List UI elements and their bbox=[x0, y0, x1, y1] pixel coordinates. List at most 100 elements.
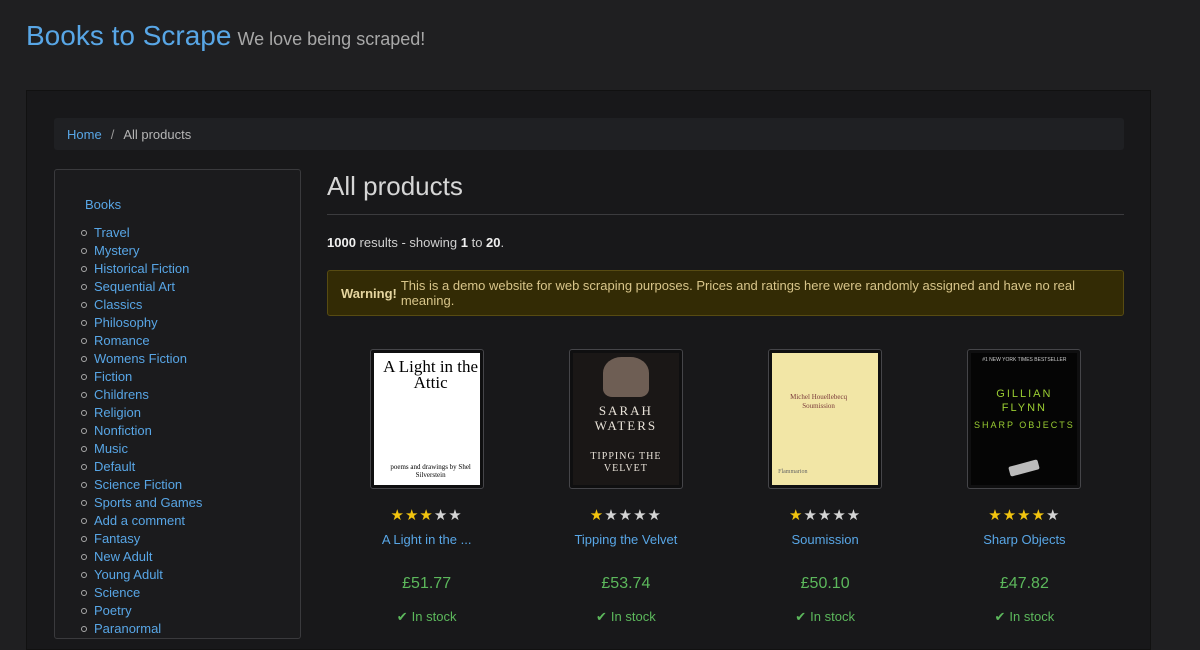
site-title-link[interactable]: Books to Scrape bbox=[26, 20, 231, 52]
star-filled-icon: ★ bbox=[390, 507, 405, 524]
star-filled-icon: ★ bbox=[1017, 507, 1032, 524]
product-cover-link[interactable]: Michel Houellebecq Soumission Flammarion bbox=[768, 349, 883, 489]
star-filled-icon: ★ bbox=[1031, 507, 1047, 524]
category-item: Historical Fiction bbox=[81, 260, 202, 278]
product-title-link[interactable]: Soumission bbox=[726, 532, 925, 547]
bullet-icon bbox=[81, 572, 87, 578]
product-title-link[interactable]: Tipping the Velvet bbox=[526, 532, 725, 547]
category-link[interactable]: Womens Fiction bbox=[94, 350, 187, 368]
book-cover-image[interactable]: A Light in the Attic poems and drawings … bbox=[373, 353, 480, 485]
category-link[interactable]: Childrens bbox=[94, 386, 149, 404]
category-link[interactable]: Fantasy bbox=[94, 530, 140, 548]
stock-text: In stock bbox=[1009, 609, 1055, 624]
main-content: All products 1000 results - showing 1 to… bbox=[327, 169, 1124, 624]
category-link[interactable]: Travel bbox=[94, 224, 130, 242]
bullet-icon bbox=[81, 266, 87, 272]
category-item: Sports and Games bbox=[81, 494, 202, 512]
results-mid-text: results - showing bbox=[359, 235, 458, 250]
bullet-icon bbox=[81, 392, 87, 398]
product-title-link[interactable]: A Light in the ... bbox=[327, 532, 526, 547]
page-title: All products bbox=[327, 171, 463, 201]
bullet-icon bbox=[81, 284, 87, 290]
category-link[interactable]: Nonfiction bbox=[94, 422, 152, 440]
stock-status: ✔ In stock bbox=[925, 609, 1124, 625]
star-empty-icon: ★ bbox=[433, 507, 449, 524]
book-cover-image[interactable]: #1 NEW YORK TIMES BESTSELLER GILLIAN FLY… bbox=[971, 353, 1078, 485]
bullet-icon bbox=[81, 554, 87, 560]
category-link[interactable]: Paranormal bbox=[94, 620, 161, 638]
bullet-icon bbox=[81, 248, 87, 254]
category-link[interactable]: Historical Fiction bbox=[94, 260, 189, 278]
star-empty-icon: ★ bbox=[817, 507, 833, 524]
results-to-word: to bbox=[471, 235, 483, 250]
product-card: #1 NEW YORK TIMES BESTSELLER GILLIAN FLY… bbox=[925, 349, 1124, 625]
category-item: Default bbox=[81, 458, 202, 476]
category-item: Science Fiction bbox=[81, 476, 202, 494]
results-to: 20 bbox=[486, 235, 501, 250]
category-item: Religion bbox=[81, 404, 202, 422]
cover-author-text: Michel Houellebecq Soumission bbox=[790, 393, 847, 411]
product-cover-link[interactable]: #1 NEW YORK TIMES BESTSELLER GILLIAN FLY… bbox=[967, 349, 1082, 489]
stock-text: In stock bbox=[810, 609, 855, 624]
category-link[interactable]: Classics bbox=[94, 296, 142, 314]
product-card: Michel Houellebecq Soumission Flammarion… bbox=[726, 349, 925, 625]
category-item: Science bbox=[81, 584, 202, 602]
bullet-icon bbox=[81, 302, 87, 308]
stock-status: ✔ In stock bbox=[327, 609, 526, 625]
breadcrumb: Home / All products bbox=[54, 118, 1124, 150]
product-card: SARAH WATERS TIPPING THE VELVET ★★★★★ Ti… bbox=[526, 349, 725, 625]
sidebar-books-link[interactable]: Books bbox=[85, 197, 121, 212]
category-link[interactable]: Mystery bbox=[94, 242, 140, 260]
star-rating: ★★★★★ bbox=[526, 506, 725, 524]
category-link[interactable]: Sports and Games bbox=[94, 494, 202, 512]
results-count: 1000 bbox=[327, 235, 356, 250]
bullet-icon bbox=[81, 536, 87, 542]
star-filled-icon: ★ bbox=[419, 507, 434, 524]
category-link[interactable]: Music bbox=[94, 440, 128, 458]
category-link[interactable]: Religion bbox=[94, 404, 141, 422]
category-link[interactable]: Romance bbox=[94, 332, 150, 350]
product-title-link[interactable]: Sharp Objects bbox=[925, 532, 1124, 547]
bullet-icon bbox=[81, 230, 87, 236]
category-list: Travel Mystery Historical Fiction Sequentia… bbox=[81, 224, 202, 638]
bullet-icon bbox=[81, 464, 87, 470]
bullet-icon bbox=[81, 446, 87, 452]
star-rating: ★★★★★ bbox=[726, 506, 925, 524]
category-item: Fiction bbox=[81, 368, 202, 386]
star-empty-icon: ★ bbox=[846, 507, 862, 524]
product-price: £51.77 bbox=[402, 575, 452, 592]
stock-text: In stock bbox=[411, 609, 457, 624]
breadcrumb-home-link[interactable]: Home bbox=[67, 127, 102, 142]
title-divider bbox=[327, 214, 1124, 215]
star-empty-icon: ★ bbox=[832, 507, 847, 524]
book-cover-image[interactable]: SARAH WATERS TIPPING THE VELVET bbox=[572, 353, 679, 485]
star-rating: ★★★★★ bbox=[327, 506, 526, 524]
site-header: Books to Scrape We love being scraped! bbox=[26, 20, 425, 52]
cover-subtitle-text: poems and drawings by Shel Silverstein bbox=[390, 463, 471, 479]
bullet-icon bbox=[81, 518, 87, 524]
category-link[interactable]: Add a comment bbox=[94, 512, 185, 530]
category-item: New Adult bbox=[81, 548, 202, 566]
category-item: Nonfiction bbox=[81, 422, 202, 440]
warning-alert: Warning! This is a demo website for web … bbox=[327, 270, 1124, 316]
warning-text: This is a demo website for web scraping … bbox=[400, 278, 1076, 308]
category-link[interactable]: Science bbox=[94, 584, 140, 602]
product-grid: A Light in the Attic poems and drawings … bbox=[327, 349, 1124, 625]
product-cover-link[interactable]: SARAH WATERS TIPPING THE VELVET bbox=[568, 349, 683, 489]
category-link[interactable]: Fiction bbox=[94, 368, 132, 386]
book-cover-image[interactable]: Michel Houellebecq Soumission Flammarion bbox=[772, 353, 879, 485]
results-from: 1 bbox=[460, 235, 468, 250]
category-link[interactable]: Sequential Art bbox=[94, 278, 175, 296]
star-empty-icon: ★ bbox=[633, 507, 648, 524]
category-link[interactable]: Default bbox=[94, 458, 135, 476]
product-cover-link[interactable]: A Light in the Attic poems and drawings … bbox=[369, 349, 484, 489]
star-empty-icon: ★ bbox=[647, 507, 662, 524]
category-link[interactable]: Poetry bbox=[94, 602, 132, 620]
category-link[interactable]: Young Adult bbox=[94, 566, 163, 584]
cover-author-text: GILLIAN FLYNN bbox=[996, 388, 1053, 414]
category-link[interactable]: New Adult bbox=[94, 548, 153, 566]
category-link[interactable]: Science Fiction bbox=[94, 476, 182, 494]
category-link[interactable]: Philosophy bbox=[94, 314, 158, 332]
category-item: Travel bbox=[81, 224, 202, 242]
bullet-icon bbox=[81, 428, 87, 434]
